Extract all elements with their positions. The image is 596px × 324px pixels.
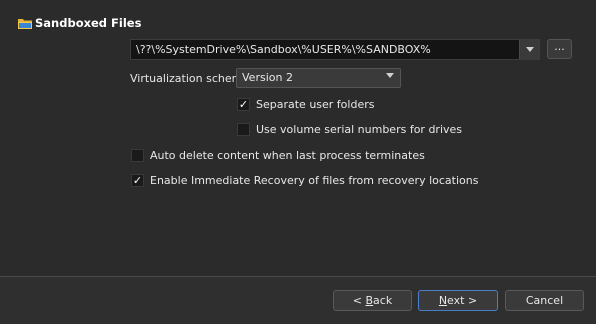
immediate-recovery-label[interactable]: Enable Immediate Recovery of files from … <box>150 174 478 187</box>
next-button[interactable]: Next > <box>418 290 498 311</box>
chevron-down-icon <box>525 47 534 52</box>
folder-icon <box>18 17 33 30</box>
sandbox-path-combobox[interactable]: \??\%SystemDrive%\Sandbox\%USER%\%SANDBO… <box>130 39 540 60</box>
virtualization-scheme-label: Virtualization scheme <box>130 72 250 85</box>
back-button-mnemonic: B <box>365 294 374 307</box>
separate-user-folders-option[interactable]: ✓ Separate user folders <box>237 98 374 111</box>
virtualization-scheme-select[interactable]: Version 2 <box>236 68 401 88</box>
volume-serial-numbers-option[interactable]: Use volume serial numbers for drives <box>237 123 462 136</box>
next-button-label: ext > <box>447 294 478 307</box>
section-title: Sandboxed Files <box>35 16 142 30</box>
auto-delete-checkbox[interactable] <box>131 149 144 162</box>
path-dropdown-button[interactable] <box>519 40 539 59</box>
volume-serial-numbers-checkbox[interactable] <box>237 123 250 136</box>
cancel-button[interactable]: Cancel <box>505 290 584 311</box>
browse-button[interactable]: ... <box>547 39 572 59</box>
next-button-mnemonic: N <box>438 294 448 307</box>
separate-user-folders-label[interactable]: Separate user folders <box>256 98 374 111</box>
checkmark-icon: ✓ <box>132 174 143 187</box>
checkmark-icon: ✓ <box>238 98 249 111</box>
back-button-prefix: < <box>352 294 366 307</box>
immediate-recovery-option[interactable]: ✓ Enable Immediate Recovery of files fro… <box>131 174 478 187</box>
volume-serial-numbers-label[interactable]: Use volume serial numbers for drives <box>256 123 462 136</box>
auto-delete-label[interactable]: Auto delete content when last process te… <box>150 149 425 162</box>
auto-delete-option[interactable]: Auto delete content when last process te… <box>131 149 425 162</box>
immediate-recovery-checkbox[interactable]: ✓ <box>131 174 144 187</box>
chevron-down-icon <box>386 73 394 78</box>
separate-user-folders-checkbox[interactable]: ✓ <box>237 98 250 111</box>
sandbox-path-value[interactable]: \??\%SystemDrive%\Sandbox\%USER%\%SANDBO… <box>136 43 431 56</box>
back-button[interactable]: < Back <box>333 290 412 311</box>
virtualization-scheme-value: Version 2 <box>242 71 293 84</box>
wizard-page: Sandboxed Files \??\%SystemDrive%\Sandbo… <box>0 0 596 324</box>
section-header: Sandboxed Files <box>18 14 141 32</box>
back-button-label: ack <box>373 294 393 307</box>
